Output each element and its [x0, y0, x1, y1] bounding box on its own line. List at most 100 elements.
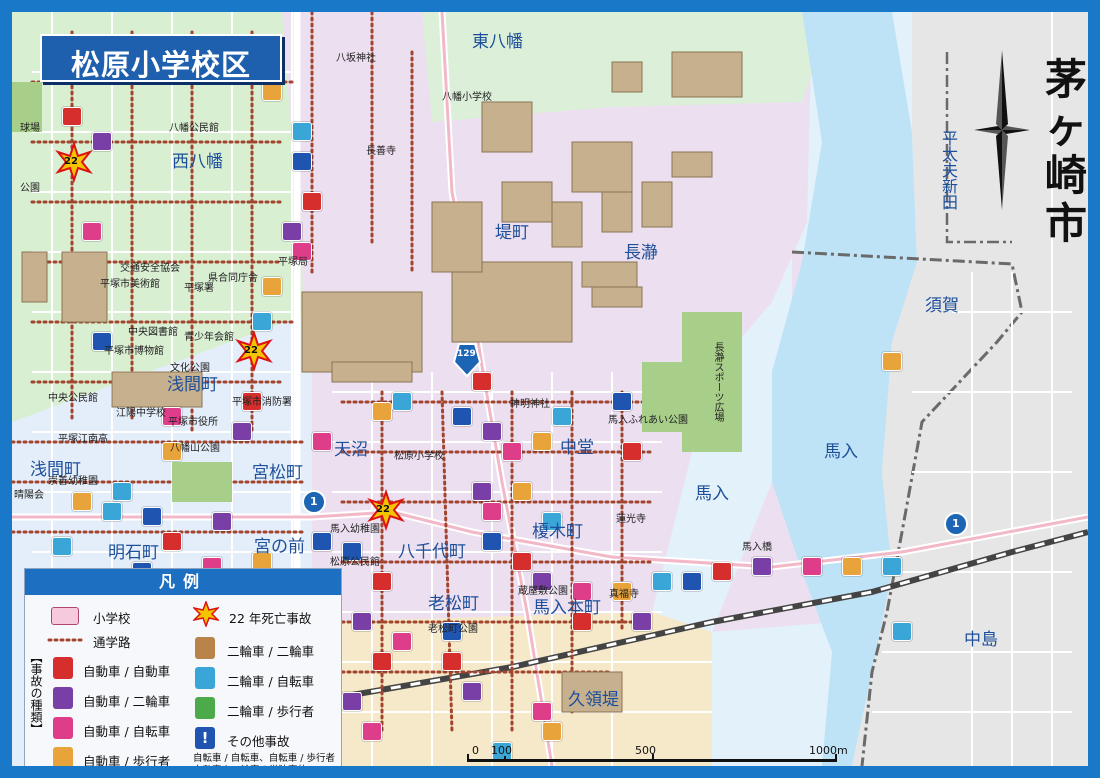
accident-marker — [512, 552, 532, 571]
legend-item: その他事故 — [227, 734, 290, 749]
area-label: 宮松町 — [252, 463, 303, 483]
accident-marker — [462, 682, 482, 701]
facility-label: 八幡公民館 — [169, 123, 219, 134]
area-label-hirataiyushinden: 平太夫新田 — [939, 130, 958, 210]
area-label: 馬入 — [824, 442, 858, 462]
facility-label: 中央公民館 — [48, 393, 98, 404]
fatal-accident-icon — [193, 601, 219, 627]
accident-marker — [372, 652, 392, 671]
map-page: 22 22 22 129 1 1 松原小学校区 茅ヶ崎市 平太夫新田 東八幡 西… — [0, 0, 1100, 778]
accident-marker — [892, 622, 912, 641]
legend-item: 二輪車 / 二輪車 — [227, 644, 315, 659]
route-129-shield: 129 — [457, 349, 476, 359]
route-1-shield: 1 — [310, 495, 318, 508]
accident-marker — [502, 442, 522, 461]
area-label: 浅間町 — [167, 375, 218, 395]
facility-label: 馬入ふれあい公園 — [608, 415, 688, 426]
accident-marker — [392, 392, 412, 411]
legend-item: 自動車 / 自転車 — [83, 724, 171, 739]
accident-marker — [302, 192, 322, 211]
car-car-icon — [53, 657, 73, 679]
school-route-icon — [47, 638, 87, 642]
route-1-shield: 1 — [952, 517, 960, 530]
facility-label: 神明神社 — [510, 399, 550, 410]
accident-marker — [442, 652, 462, 671]
legend-accident-type-heading: 【事故の種類】 — [29, 651, 43, 735]
facility-label: 平塚市消防署 — [232, 397, 292, 408]
accident-marker — [482, 502, 502, 521]
accident-marker — [142, 507, 162, 526]
accident-marker — [342, 692, 362, 711]
other-accident-icon: ! — [195, 727, 215, 749]
city-name: 茅ヶ崎市 — [1044, 55, 1087, 248]
school-icon — [51, 607, 79, 625]
legend-item: 二輪車 / 自転車 — [227, 674, 315, 689]
accident-marker — [262, 82, 282, 101]
facility-label: 平塚江南高 — [58, 434, 108, 445]
accident-marker — [92, 132, 112, 151]
facility-label: 長善寺 — [366, 146, 396, 157]
area-label: 久領堤 — [568, 690, 619, 710]
map-canvas[interactable]: 22 22 22 129 1 1 松原小学校区 茅ヶ崎市 平太夫新田 東八幡 西… — [12, 12, 1088, 766]
legend: 凡例 小学校 22 年死亡事故 通学路 【事故の種類】 自動車 / 自動車 自動… — [24, 568, 342, 766]
facility-label: 長瀞スポーツ広場 — [712, 342, 723, 422]
facility-label: 真福寺 — [609, 589, 639, 600]
accident-marker — [882, 557, 902, 576]
title-box: 松原小学校区 — [40, 34, 282, 82]
facility-label: 馬入橋 — [742, 542, 772, 553]
facility-label: 平塚市美術館 — [100, 279, 160, 290]
accident-marker — [802, 557, 822, 576]
accident-marker — [512, 482, 532, 501]
accident-marker — [292, 152, 312, 171]
legend-school: 小学校 — [93, 611, 131, 626]
area-label: 榎木町 — [532, 522, 583, 542]
facility-label: 蓮光寺 — [616, 514, 646, 525]
scale-tick: 500 — [635, 744, 656, 757]
facility-label: 平塚市役所 — [168, 417, 218, 428]
accident-marker — [102, 502, 122, 521]
accident-marker — [532, 432, 552, 451]
accident-marker — [212, 512, 232, 531]
accident-marker — [612, 392, 632, 411]
area-label: 中堂 — [560, 438, 594, 458]
legend-fatal: 22 年死亡事故 — [229, 611, 312, 626]
area-label: 東八幡 — [472, 32, 523, 52]
facility-label: 江陽中学校 — [116, 408, 166, 419]
scale-tick: 100 — [491, 744, 512, 757]
legend-item: 二輪車 / 歩行者 — [227, 704, 315, 719]
accident-marker — [362, 722, 382, 741]
motorcycle-motorcycle-icon — [195, 637, 215, 659]
accident-marker — [82, 222, 102, 241]
facility-label: 球場 — [20, 123, 40, 134]
facility-label: 文化公園 — [170, 363, 210, 374]
accident-marker — [232, 422, 252, 441]
facility-label: 老松町公園 — [428, 624, 478, 635]
legend-note: 自転車 / 自転車、自転車 / 歩行者 自動車や二輪車の単独事故 — [193, 753, 335, 766]
accident-marker — [652, 572, 672, 591]
legend-item: 自動車 / 歩行者 — [83, 754, 171, 766]
facility-label: 松原公民館 — [330, 557, 380, 568]
accident-marker — [452, 407, 472, 426]
accident-marker — [622, 442, 642, 461]
car-pedestrian-icon — [53, 747, 73, 766]
area-label: 長瀞 — [624, 243, 658, 263]
facility-label: 公園 — [20, 183, 40, 194]
facility-label: 青少年会館 — [184, 332, 234, 343]
page-title: 松原小学校区 — [70, 48, 251, 82]
facility-label: 八幡山公園 — [170, 443, 220, 454]
scale-tick: 0 — [472, 744, 479, 757]
accident-marker — [372, 402, 392, 421]
accident-marker — [482, 422, 502, 441]
area-label: 宮の前 — [254, 537, 305, 557]
facility-label: 交通安全協会 — [120, 263, 180, 274]
facility-label: 晴陽会 — [14, 490, 44, 501]
motorcycle-bicycle-icon — [195, 667, 215, 689]
accident-marker — [472, 372, 492, 391]
fatal-accident-marker: 22 — [64, 156, 78, 167]
accident-marker — [112, 482, 132, 501]
facility-label: 県合同庁舎 — [208, 273, 258, 284]
accident-marker — [632, 612, 652, 631]
accident-marker — [262, 277, 282, 296]
accident-marker — [282, 222, 302, 241]
accident-marker — [752, 557, 772, 576]
